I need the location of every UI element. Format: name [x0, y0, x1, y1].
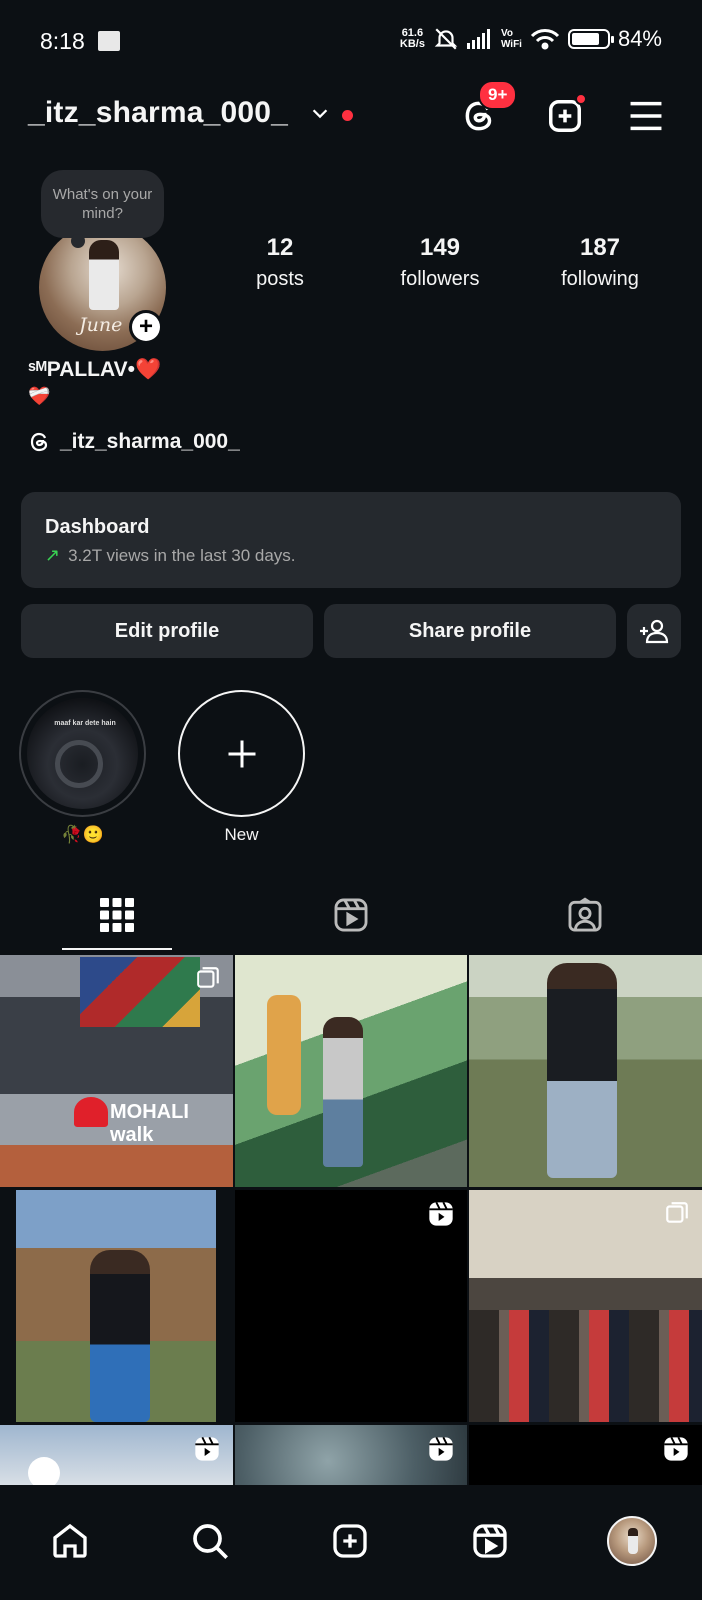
plus-icon: [228, 740, 255, 767]
status-time: 8:18: [40, 28, 85, 54]
home-icon: [53, 1523, 87, 1558]
profile-tabs: [0, 880, 702, 952]
create-dot: [575, 93, 587, 105]
highlight-label: 🥀🙂: [61, 825, 104, 844]
note-bubble[interactable]: What's on your mind?: [41, 170, 164, 248]
net-speed: 61.6 KB/s: [399, 27, 425, 50]
avatar-signature: June: [79, 314, 123, 336]
avatar: [607, 1516, 657, 1566]
grid-post[interactable]: MOHALI walk: [0, 955, 233, 1187]
add-person-icon: [640, 619, 669, 644]
grid-post[interactable]: [235, 1425, 467, 1485]
mute-bell-icon: [434, 28, 458, 50]
post-overlay-text: MOHALI walk: [110, 1101, 189, 1146]
stat-followers[interactable]: 149 followers: [384, 234, 496, 291]
bottom-navigation: [0, 1491, 702, 1600]
plus-icon: +: [132, 313, 160, 341]
grid-post[interactable]: [0, 1425, 233, 1485]
tab-posts-grid[interactable]: [62, 880, 172, 950]
account-switcher[interactable]: _itz_sharma_000_: [28, 96, 288, 130]
dashboard-title: Dashboard: [45, 516, 150, 538]
battery-percent: 84%: [617, 26, 662, 51]
grid-icon: [100, 898, 134, 932]
stat-following[interactable]: 187 following: [544, 234, 656, 291]
grid-post[interactable]: [469, 1190, 702, 1422]
grid-post[interactable]: [235, 1190, 467, 1422]
wifi-icon: [530, 29, 560, 50]
edit-profile-button[interactable]: Edit profile: [21, 604, 313, 658]
carousel-icon: [666, 1202, 688, 1223]
profile-header: _itz_sharma_000_ 9+: [0, 80, 702, 144]
dashboard-subtitle: ↗ 3.2T views in the last 30 days.: [45, 545, 296, 565]
reel-icon: [429, 1436, 453, 1461]
trend-up-icon: ↗: [45, 545, 61, 565]
grid-post[interactable]: [469, 955, 702, 1187]
carousel-icon: [197, 967, 219, 988]
highlight-cover: maaf kar dete hain: [27, 698, 138, 809]
tab-tagged[interactable]: [530, 880, 640, 950]
highlight-item[interactable]: maaf kar dete hain 🥀🙂: [19, 690, 146, 845]
bio-text: ❤️‍🩹: [28, 386, 51, 406]
hamburger-menu-icon: [630, 101, 662, 131]
highlight-label: New: [224, 825, 259, 844]
status-bar: 8:18 61.6 KB/s Vo WiFi 84%: [0, 0, 702, 84]
nav-reels[interactable]: [462, 1513, 518, 1569]
threads-icon: [30, 432, 48, 452]
battery-icon: [567, 29, 614, 49]
threads-handle: _itz_sharma_000_: [60, 430, 240, 453]
add-story-button[interactable]: +: [129, 310, 163, 344]
status-icons: 61.6 KB/s Vo WiFi 84%: [400, 26, 662, 52]
discover-people-button[interactable]: [627, 604, 681, 658]
reels-icon: [473, 1524, 507, 1558]
grid-post[interactable]: [235, 955, 467, 1187]
threads-profile-link[interactable]: _itz_sharma_000_: [28, 430, 240, 454]
nav-create[interactable]: [322, 1513, 378, 1569]
reels-icon: [334, 898, 368, 932]
notification-dot: [342, 110, 353, 121]
reel-icon: [664, 1436, 688, 1461]
signal-icon: [466, 29, 490, 49]
grid-post[interactable]: [469, 1425, 702, 1485]
nav-profile[interactable]: [604, 1513, 660, 1569]
chevron-down-icon[interactable]: [309, 102, 331, 124]
reel-icon: [195, 1436, 219, 1461]
tagged-icon: [568, 897, 602, 932]
nav-home[interactable]: [42, 1513, 98, 1569]
share-profile-button[interactable]: Share profile: [324, 604, 616, 658]
search-icon: [193, 1524, 228, 1559]
professional-dashboard[interactable]: Dashboard ↗ 3.2T views in the last 30 da…: [21, 492, 681, 588]
screen-record-icon: [98, 31, 120, 51]
reel-icon: [429, 1201, 453, 1226]
menu-button[interactable]: [624, 94, 668, 138]
vowifi-indicator: Vo WiFi: [500, 28, 522, 50]
stat-posts[interactable]: 12 posts: [245, 234, 315, 291]
threads-badge: 9+: [478, 80, 518, 110]
tab-reels[interactable]: [296, 880, 406, 950]
nav-search[interactable]: [182, 1513, 238, 1569]
grid-post[interactable]: [0, 1190, 233, 1422]
plus-square-icon: [333, 1524, 367, 1558]
active-tab-indicator: [62, 948, 172, 950]
display-name: ˢᴹPALLAV•❤️: [28, 358, 162, 381]
new-highlight-button[interactable]: New: [178, 690, 305, 845]
